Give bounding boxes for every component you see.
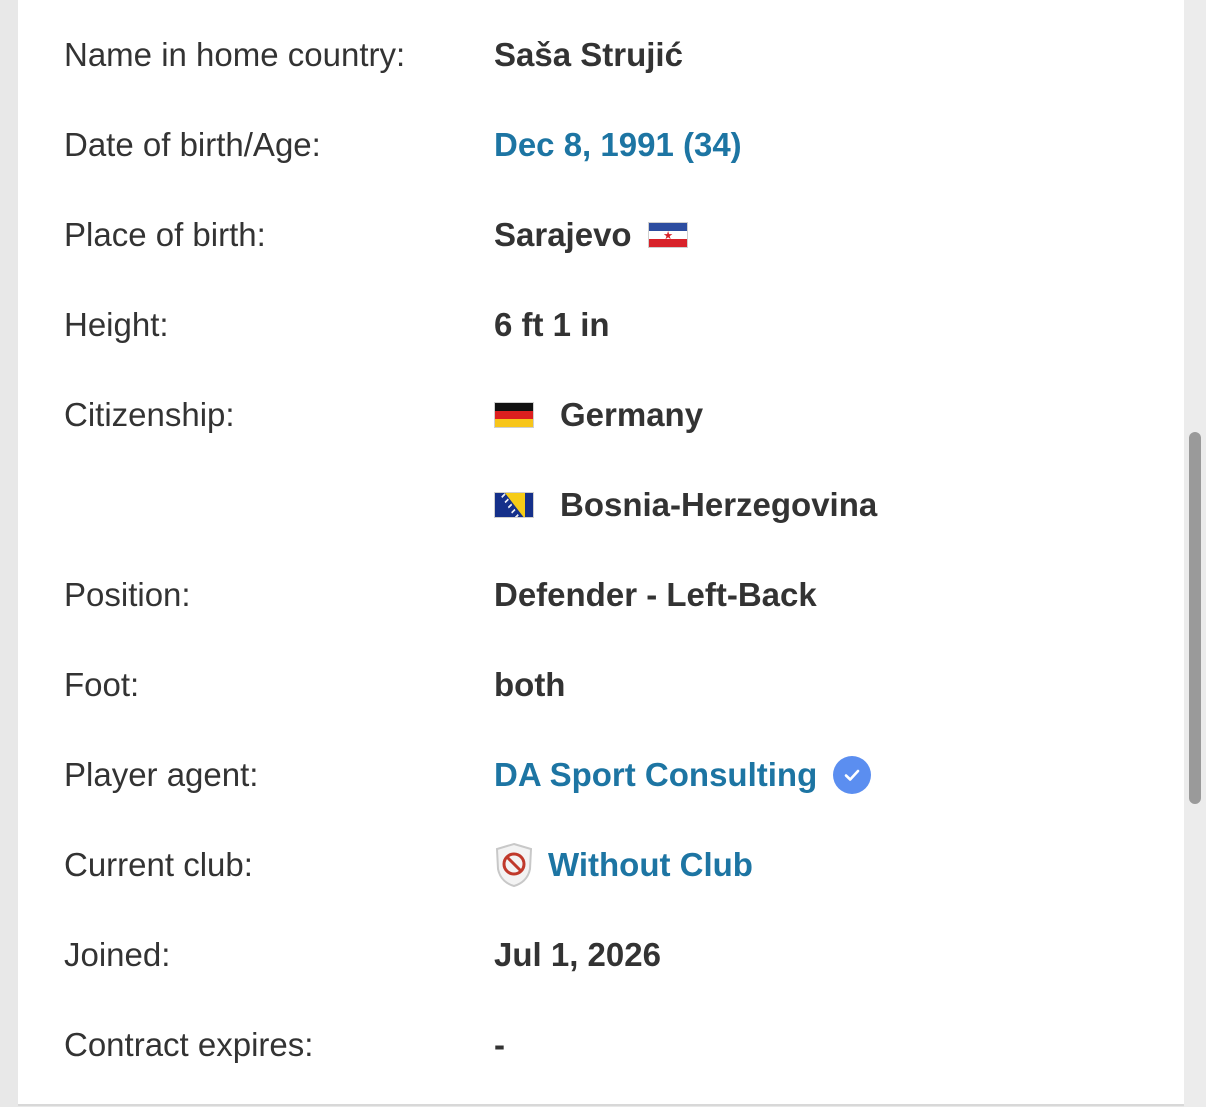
label-player-agent: Player agent: [64,756,259,793]
citizenship-germany: Germany [494,396,703,434]
row-height: Height: 6 ft 1 in [18,280,1184,370]
current-club-link[interactable]: Without Club [548,846,753,884]
label-date-of-birth: Date of birth/Age: [64,126,321,163]
label-foot: Foot: [64,666,140,703]
no-club-crest-icon[interactable] [494,842,534,888]
row-current-club: Current club: Without Club [18,820,1184,910]
player-agent-value: DA Sport Consulting [494,756,872,794]
label-height: Height: [64,306,169,343]
yugoslavia-flag-icon [647,222,688,248]
value-name-home-country: Saša Strujić [494,36,683,73]
citizenship-bosnia: Bosnia-Herzegovina [494,486,877,524]
row-player-agent: Player agent: DA Sport Consulting [18,730,1184,820]
place-of-birth-value: Sarajevo [494,216,688,254]
date-of-birth-link[interactable]: Dec 8, 1991 (34) [494,126,742,164]
row-citizenship-second: Bosnia-Herzegovina [18,460,1184,550]
label-current-club: Current club: [64,846,253,883]
value-height: 6 ft 1 in [494,306,610,343]
value-position: Defender - Left-Back [494,576,817,613]
player-agent-link[interactable]: DA Sport Consulting [494,756,817,794]
scrollbar-thumb[interactable] [1189,432,1201,804]
row-contract-expires: Contract expires: - [18,1000,1184,1090]
row-citizenship: Citizenship: Germany [18,370,1184,460]
label-citizenship: Citizenship: [64,396,235,433]
place-of-birth-text: Sarajevo [494,216,632,253]
row-joined: Joined: Jul 1, 2026 [18,910,1184,1000]
value-contract-expires: - [494,1026,505,1063]
citizenship-bosnia-text: Bosnia-Herzegovina [560,486,878,523]
citizenship-germany-text: Germany [560,396,704,433]
row-foot: Foot: both [18,640,1184,730]
germany-flag-icon [494,402,534,428]
row-position: Position: Defender - Left-Back [18,550,1184,640]
value-joined: Jul 1, 2026 [494,936,661,973]
label-place-of-birth: Place of birth: [64,216,266,253]
row-date-of-birth: Date of birth/Age: Dec 8, 1991 (34) [18,100,1184,190]
value-foot: both [494,666,566,703]
row-name-home-country: Name in home country: Saša Strujić [18,10,1184,100]
label-contract-expires: Contract expires: [64,1026,314,1063]
label-name-home-country: Name in home country: [64,36,406,73]
label-position: Position: [64,576,191,613]
verified-check-icon [833,756,872,794]
player-info-panel: Name in home country: Saša Strujić Date … [18,0,1184,1106]
current-club-value: Without Club [494,842,753,888]
scrollbar[interactable] [1184,0,1206,1107]
label-joined: Joined: [64,936,171,973]
bosnia-herzegovina-flag-icon [494,492,534,518]
row-place-of-birth: Place of birth: Sarajevo [18,190,1184,280]
